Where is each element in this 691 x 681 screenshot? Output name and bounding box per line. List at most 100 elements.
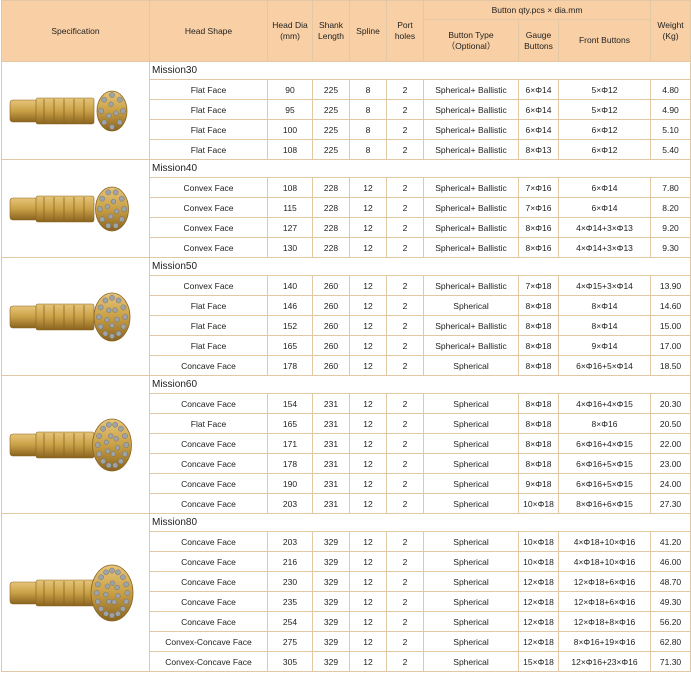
head-dia-cell: 254	[267, 611, 313, 632]
front-buttons-cell: 6×Φ12	[557, 139, 652, 160]
head-shape-cell: Flat Face	[149, 99, 268, 120]
button-type-cell: Spherical	[423, 551, 519, 572]
head-shape-cell: Concave Face	[149, 473, 268, 494]
shank-length-cell: 228	[312, 237, 350, 258]
head-shape-cell: Concave Face	[149, 493, 268, 514]
drill-bit-icon	[9, 418, 132, 471]
group-header-row: Mission50	[1, 257, 691, 376]
group-label: Mission30	[148, 61, 691, 80]
gauge-buttons-cell: 7×Φ16	[518, 197, 559, 218]
button-type-cell: Spherical	[423, 631, 519, 652]
spline-cell: 12	[349, 453, 387, 474]
weight-cell: 46.00	[650, 551, 691, 572]
head-dia-cell: 90	[267, 79, 313, 100]
port-holes-cell: 2	[386, 413, 424, 434]
button-type-cell: Spherical	[423, 433, 519, 454]
port-holes-cell: 2	[386, 275, 424, 296]
group-label: Mission80	[148, 513, 691, 532]
gauge-buttons-cell: 8×Φ16	[518, 217, 559, 238]
spline-cell: 12	[349, 197, 387, 218]
weight-cell: 5.10	[650, 119, 691, 140]
spline-cell: 12	[349, 473, 387, 494]
front-buttons-cell: 12×Φ18+6×Φ16	[557, 571, 652, 592]
button-type-cell: Spherical+ Ballistic	[423, 99, 519, 120]
port-holes-cell: 2	[386, 591, 424, 612]
port-holes-cell: 2	[386, 651, 424, 672]
gauge-buttons-cell: 10×Φ18	[518, 531, 559, 552]
spline-cell: 12	[349, 591, 387, 612]
shank-length-cell: 225	[312, 79, 350, 100]
button-type-cell: Spherical	[423, 571, 519, 592]
port-holes-cell: 2	[386, 393, 424, 414]
head-dia-cell: 235	[267, 591, 313, 612]
front-buttons-cell: 4×Φ14+3×Φ13	[557, 217, 652, 238]
port-holes-cell: 2	[386, 295, 424, 316]
header-button-type-optional: （Optional）	[446, 40, 496, 51]
port-holes-cell: 2	[386, 119, 424, 140]
spline-cell: 8	[349, 79, 387, 100]
header-spline: Spline	[349, 0, 387, 62]
head-shape-cell: Concave Face	[149, 453, 268, 474]
front-buttons-cell: 8×Φ16+6×Φ15	[557, 493, 652, 514]
spline-cell: 12	[349, 217, 387, 238]
gauge-buttons-cell: 8×Φ18	[518, 433, 559, 454]
gauge-buttons-cell: 8×Φ18	[518, 413, 559, 434]
front-buttons-cell: 4×Φ18+10×Φ16	[557, 531, 652, 552]
gauge-buttons-cell: 6×Φ14	[518, 79, 559, 100]
drill-bit-icon	[9, 564, 133, 621]
weight-cell: 48.70	[650, 571, 691, 592]
weight-cell: 56.20	[650, 611, 691, 632]
spline-cell: 12	[349, 413, 387, 434]
weight-cell: 9.20	[650, 217, 691, 238]
head-dia-cell: 165	[267, 413, 313, 434]
group-label: Mission50	[148, 257, 691, 276]
head-shape-cell: Flat Face	[149, 335, 268, 356]
head-shape-cell: Concave Face	[149, 551, 268, 572]
head-dia-cell: 100	[267, 119, 313, 140]
port-holes-cell: 2	[386, 571, 424, 592]
port-holes-cell: 2	[386, 177, 424, 198]
spline-cell: 8	[349, 99, 387, 120]
weight-cell: 4.80	[650, 79, 691, 100]
shank-length-cell: 225	[312, 139, 350, 160]
header-front-buttons: Front Buttons	[557, 19, 652, 62]
button-type-cell: Spherical	[423, 473, 519, 494]
gauge-buttons-cell: 10×Φ18	[518, 551, 559, 572]
weight-cell: 17.00	[650, 335, 691, 356]
front-buttons-cell: 8×Φ16+19×Φ16	[557, 631, 652, 652]
front-buttons-cell: 6×Φ16+5×Φ15	[557, 473, 652, 494]
port-holes-cell: 2	[386, 197, 424, 218]
port-holes-cell: 2	[386, 217, 424, 238]
head-dia-cell: 108	[267, 139, 313, 160]
port-holes-cell: 2	[386, 237, 424, 258]
weight-cell: 13.90	[650, 275, 691, 296]
shank-length-cell: 260	[312, 355, 350, 376]
front-buttons-cell: 4×Φ16+4×Φ15	[557, 393, 652, 414]
port-holes-cell: 2	[386, 433, 424, 454]
product-image-dth-hammer-bit-flat-face	[1, 61, 150, 160]
spline-cell: 12	[349, 493, 387, 514]
shank-length-cell: 228	[312, 197, 350, 218]
front-buttons-cell: 12×Φ18+6×Φ16	[557, 591, 652, 612]
head-dia-cell: 140	[267, 275, 313, 296]
weight-cell: 20.30	[650, 393, 691, 414]
gauge-buttons-cell: 8×Φ18	[518, 393, 559, 414]
shank-length-cell: 228	[312, 177, 350, 198]
header-weight: Weight (Kg)	[650, 0, 691, 62]
front-buttons-cell: 8×Φ14	[557, 295, 652, 316]
head-shape-cell: Flat Face	[149, 315, 268, 336]
weight-cell: 20.50	[650, 413, 691, 434]
head-shape-cell: Flat Face	[149, 79, 268, 100]
button-type-cell: Spherical+ Ballistic	[423, 217, 519, 238]
spline-cell: 12	[349, 275, 387, 296]
weight-cell: 7.80	[650, 177, 691, 198]
button-type-cell: Spherical	[423, 453, 519, 474]
port-holes-cell: 2	[386, 355, 424, 376]
group-header-row: Mission80	[1, 513, 691, 672]
head-dia-cell: 171	[267, 433, 313, 454]
header-head-dia: Head Dia (mm)	[267, 0, 313, 62]
head-shape-cell: Flat Face	[149, 139, 268, 160]
front-buttons-cell: 6×Φ16+5×Φ15	[557, 453, 652, 474]
button-type-cell: Spherical	[423, 493, 519, 514]
head-dia-cell: 130	[267, 237, 313, 258]
